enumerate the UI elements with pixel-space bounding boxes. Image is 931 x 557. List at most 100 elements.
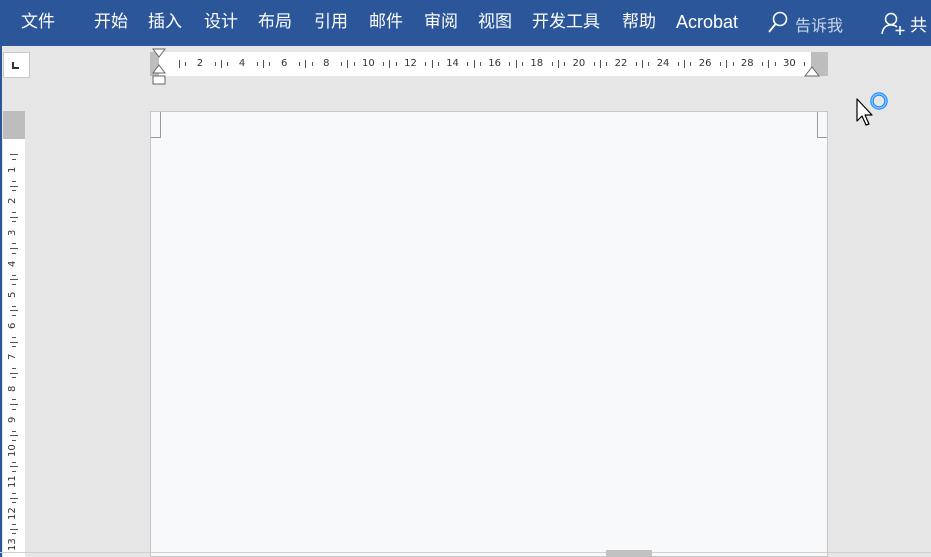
ruler-tick bbox=[12, 377, 16, 379]
ruler-tick bbox=[509, 62, 511, 66]
ruler-label: 12 bbox=[404, 58, 417, 69]
ruler-tick bbox=[12, 283, 16, 285]
left-tab-icon bbox=[12, 62, 19, 69]
ruler-label: 12 bbox=[7, 506, 18, 520]
tab-mailings[interactable]: 邮件 bbox=[369, 10, 403, 34]
ruler-tick bbox=[10, 310, 18, 312]
ruler-tick bbox=[10, 466, 18, 468]
search-icon bbox=[768, 11, 788, 33]
ruler-tick bbox=[12, 252, 16, 254]
tab-developer[interactable]: 开发工具 bbox=[532, 10, 600, 34]
ruler-tick bbox=[12, 315, 16, 317]
ruler-tick bbox=[12, 336, 16, 338]
tab-layout[interactable]: 布局 bbox=[258, 10, 292, 34]
ruler-label: 2 bbox=[196, 58, 204, 69]
page-corner-mark-right bbox=[817, 112, 827, 138]
ruler-tick bbox=[12, 471, 16, 473]
ruler-tick bbox=[437, 62, 439, 66]
ruler-tick bbox=[10, 216, 18, 218]
tab-design[interactable]: 设计 bbox=[204, 10, 238, 34]
ruler-label: 11 bbox=[7, 475, 18, 489]
ruler-tick bbox=[10, 497, 18, 499]
ruler-tick bbox=[221, 60, 223, 68]
tab-review[interactable]: 审阅 bbox=[424, 10, 458, 34]
page-corner-mark-left bbox=[151, 112, 161, 138]
right-indent-marker[interactable] bbox=[804, 66, 820, 78]
ruler-label: 30 bbox=[783, 58, 796, 69]
ruler-tick bbox=[12, 212, 16, 214]
ruler-tick bbox=[726, 60, 728, 68]
ruler-label: 13 bbox=[7, 538, 18, 551]
ruler-label: 6 bbox=[281, 58, 288, 69]
document-page[interactable] bbox=[150, 111, 828, 557]
ruler-tick bbox=[10, 154, 18, 156]
ruler-tick bbox=[298, 62, 300, 66]
status-separator bbox=[0, 552, 931, 553]
tab-help[interactable]: 帮助 bbox=[622, 10, 656, 34]
ruler-tick bbox=[732, 62, 734, 66]
mouse-pointer-icon bbox=[856, 98, 873, 126]
ruler-tick bbox=[599, 60, 601, 68]
ruler-tick bbox=[768, 60, 770, 68]
ruler-tick bbox=[10, 372, 18, 374]
ruler-tick bbox=[648, 62, 650, 66]
ruler-label: 22 bbox=[614, 58, 628, 69]
ruler-tick bbox=[12, 430, 16, 432]
ruler-tick bbox=[347, 60, 349, 68]
ruler-tick bbox=[12, 524, 16, 526]
ruler-label: 8 bbox=[7, 385, 18, 392]
ruler-tick bbox=[606, 62, 608, 66]
ruler-tick bbox=[305, 60, 307, 68]
vertical-ruler[interactable]: 1 2 3 4 5 6 7 8 9 10 11 12 13 bbox=[3, 111, 25, 557]
tab-view[interactable]: 视图 bbox=[478, 10, 512, 34]
ruler-tick bbox=[341, 62, 343, 66]
ruler-tick bbox=[762, 62, 764, 66]
ruler-label: 20 bbox=[572, 58, 586, 69]
ruler-tick bbox=[214, 62, 216, 66]
ruler-tick bbox=[10, 404, 18, 405]
ruler-label: 2 bbox=[7, 198, 18, 205]
ruler-tick bbox=[12, 399, 16, 401]
ruler-tick bbox=[12, 439, 16, 441]
ruler-tick bbox=[10, 185, 18, 187]
ruler-tick bbox=[564, 62, 566, 66]
ruler-tick bbox=[12, 346, 16, 348]
tab-file[interactable]: 文件 bbox=[21, 10, 55, 34]
ruler-tick bbox=[353, 62, 355, 66]
tab-home[interactable]: 开始 bbox=[94, 10, 128, 34]
ruler-label: 9 bbox=[7, 416, 18, 423]
ruler-tick bbox=[10, 279, 18, 281]
horizontal-scrollbar-thumb[interactable] bbox=[606, 550, 652, 557]
window-left-border bbox=[0, 46, 2, 557]
ruler-tick bbox=[12, 305, 16, 307]
ruler-tick bbox=[12, 243, 16, 245]
tab-insert[interactable]: 插入 bbox=[148, 10, 182, 34]
ruler-tick bbox=[12, 159, 16, 161]
ruler-tick bbox=[269, 62, 271, 66]
ruler-tick bbox=[10, 528, 18, 530]
ruler-label: 1 bbox=[7, 166, 18, 174]
ruler-tick bbox=[12, 533, 16, 535]
ruler-tick bbox=[389, 60, 391, 68]
hanging-indent-marker[interactable] bbox=[152, 64, 166, 86]
ruler-tick bbox=[10, 248, 18, 249]
ruler-tick bbox=[12, 461, 16, 463]
ruler-tick bbox=[12, 221, 16, 223]
horizontal-ruler[interactable]: 2 4 6 8 10 12 14 16 18 20 22 24 26 28 30 bbox=[150, 52, 828, 76]
first-line-indent-marker[interactable] bbox=[152, 48, 166, 60]
person-add-icon bbox=[881, 12, 905, 35]
ruler-tick bbox=[227, 62, 229, 66]
ruler-tick bbox=[10, 435, 18, 437]
ruler-label: 28 bbox=[740, 58, 754, 69]
ruler-tick bbox=[557, 60, 559, 68]
tab-references[interactable]: 引用 bbox=[314, 10, 348, 34]
ruler-tick bbox=[12, 408, 16, 410]
tab-acrobat[interactable]: Acrobat bbox=[676, 10, 738, 34]
ruler-tick bbox=[719, 62, 721, 66]
tab-stop-selector[interactable] bbox=[3, 52, 30, 78]
ruler-tick bbox=[12, 180, 16, 182]
ruler-tick bbox=[263, 60, 265, 68]
ruler-label: 3 bbox=[7, 229, 18, 236]
ruler-label: 10 bbox=[7, 444, 18, 458]
ruler-tick bbox=[515, 60, 517, 68]
